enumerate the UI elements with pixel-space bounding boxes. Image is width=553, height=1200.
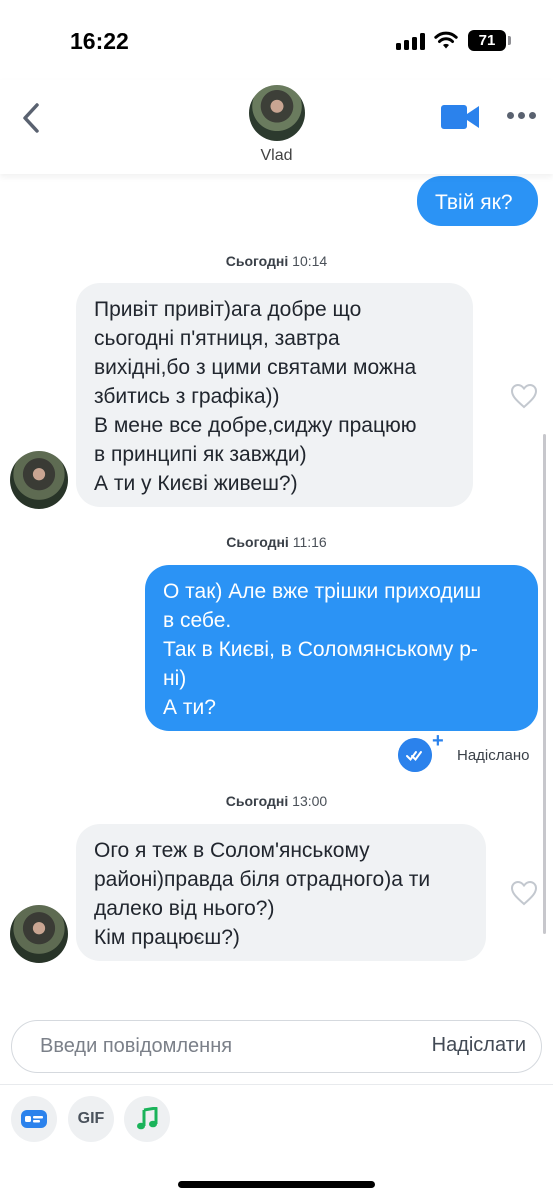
- message-text: Привіт привіт)ага добре що сьогодні п'ят…: [94, 298, 417, 495]
- back-chevron-icon[interactable]: [16, 98, 48, 138]
- music-note-icon: [137, 1107, 158, 1130]
- timestamp-day: Сьогодні: [226, 534, 289, 550]
- divider: [0, 1084, 553, 1085]
- message-input[interactable]: [40, 1021, 400, 1072]
- timestamp: Сьогодні 13:00: [0, 793, 553, 809]
- message-composer: Надіслати: [11, 1020, 542, 1073]
- heart-icon[interactable]: [510, 383, 538, 409]
- timestamp-day: Сьогодні: [225, 253, 289, 269]
- scrollbar[interactable]: [543, 434, 546, 934]
- home-indicator[interactable]: [178, 1181, 375, 1188]
- chat-card-icon: [21, 1110, 47, 1128]
- delivery-status-label: Надіслано: [457, 747, 530, 764]
- status-time: 16:22: [70, 28, 129, 54]
- battery-cap: [508, 36, 511, 45]
- timestamp: Сьогодні 11:16: [0, 534, 553, 550]
- timestamp-day: Сьогодні: [225, 793, 289, 809]
- timestamp-time: 11:16: [292, 534, 327, 550]
- battery-icon: 71: [468, 30, 506, 51]
- music-button[interactable]: [124, 1096, 170, 1142]
- outgoing-message[interactable]: О так) Але вже трішки приходиш в себе. Т…: [145, 565, 538, 731]
- timestamp-time: 10:14: [292, 253, 328, 269]
- contact-avatar[interactable]: [10, 451, 68, 509]
- plus-icon[interactable]: +: [432, 730, 444, 753]
- send-button[interactable]: Надіслати: [432, 1034, 526, 1057]
- message-text: Ого я теж в Солом'янському районі)правда…: [94, 839, 431, 949]
- incoming-message[interactable]: Привіт привіт)ага добре що сьогодні п'ят…: [76, 283, 473, 507]
- message-list: Твій як? Сьогодні 10:14 Привіт привіт)аг…: [0, 174, 553, 1010]
- incoming-message[interactable]: Ого я теж в Солом'янському районі)правда…: [76, 824, 486, 961]
- double-check-icon: [398, 738, 432, 772]
- timestamp: Сьогодні 10:14: [0, 253, 553, 269]
- sticker-button[interactable]: [11, 1096, 57, 1142]
- gif-label: GIF: [77, 1110, 105, 1127]
- contact-avatar[interactable]: [10, 905, 68, 963]
- gif-button[interactable]: GIF: [68, 1096, 114, 1142]
- contact-name[interactable]: Vlad: [0, 147, 553, 165]
- contact-avatar[interactable]: [249, 85, 305, 141]
- message-text: О так) Але вже трішки приходиш в себе. Т…: [163, 580, 482, 719]
- cellular-signal-icon: [396, 33, 426, 50]
- status-bar: 16:22 71: [0, 0, 553, 80]
- heart-icon[interactable]: [510, 880, 538, 906]
- video-call-icon[interactable]: [440, 103, 480, 131]
- message-text: Твій як?: [435, 191, 513, 214]
- wifi-icon: [434, 31, 458, 49]
- more-options-icon[interactable]: [506, 110, 538, 120]
- chat-header: Vlad: [0, 80, 553, 174]
- timestamp-time: 13:00: [292, 793, 328, 809]
- outgoing-message[interactable]: Твій як?: [417, 176, 538, 226]
